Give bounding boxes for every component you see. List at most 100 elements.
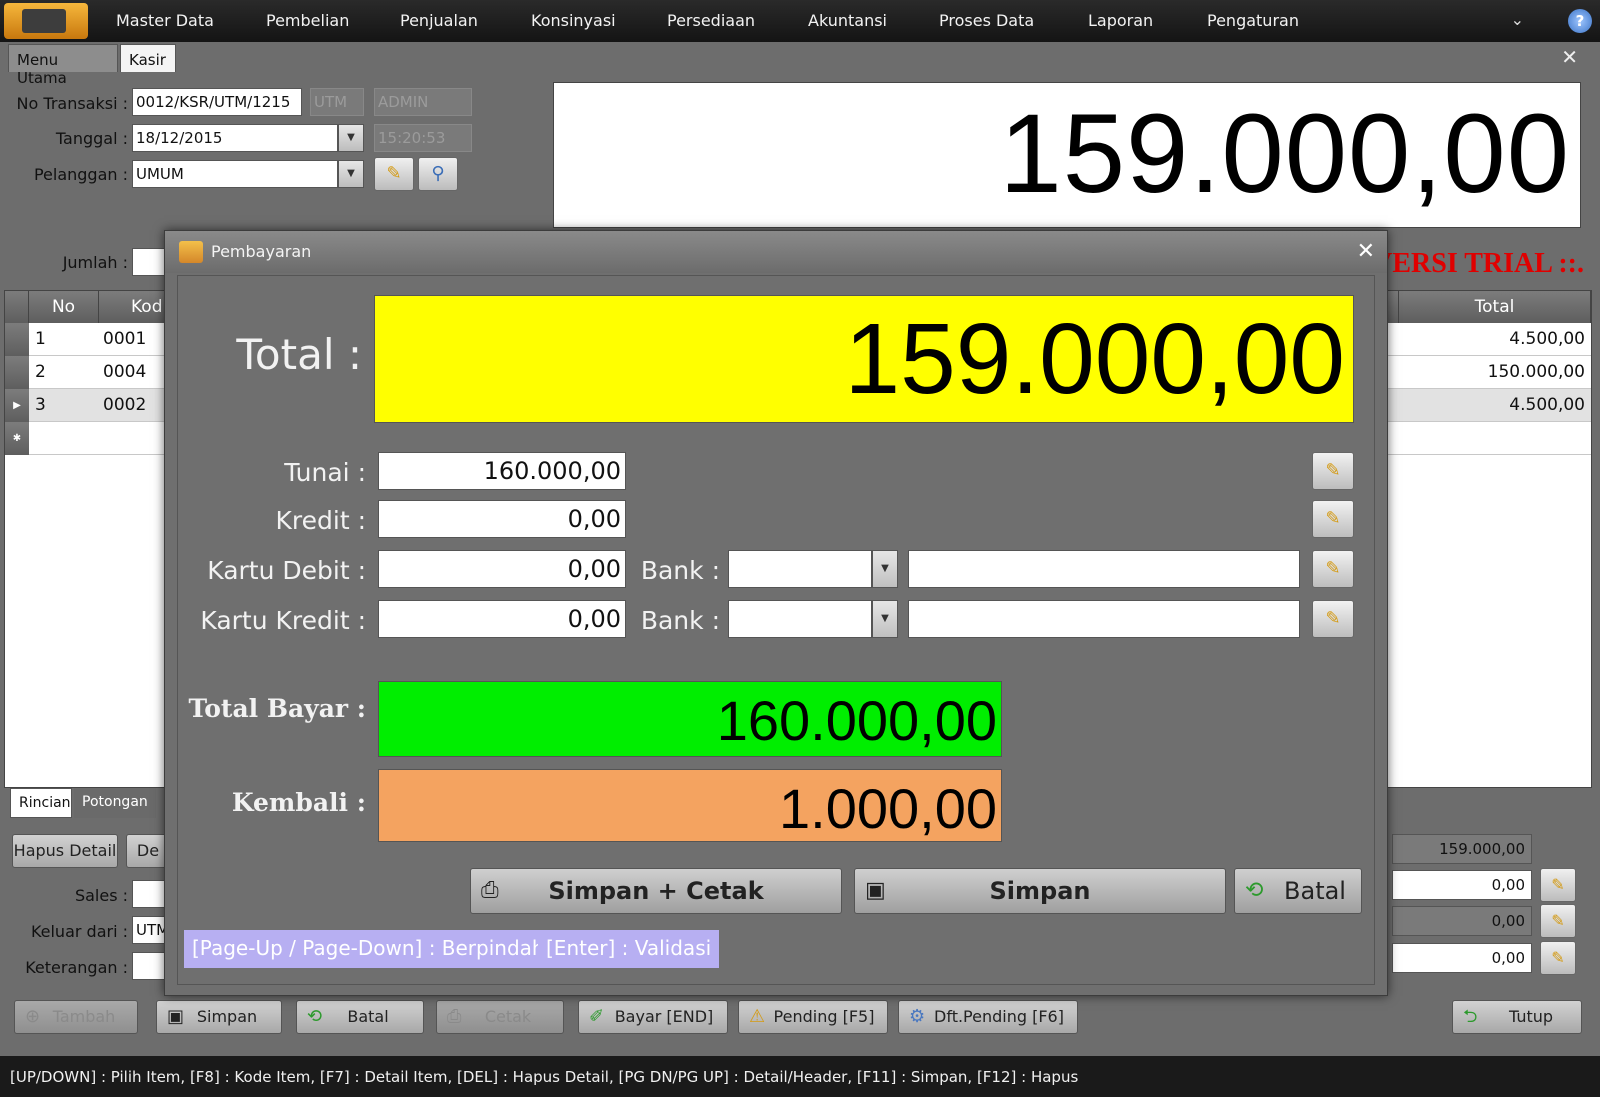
hapus-detail-button[interactable]: Hapus Detail (12, 834, 118, 868)
tab-rincian[interactable]: Rincian (10, 788, 72, 818)
batal-button[interactable]: ⟲ Batal (296, 1000, 424, 1034)
time-field: 15:20:53 (374, 124, 472, 152)
pencil-icon[interactable]: ✎ (1540, 941, 1576, 975)
pelanggan-label: Pelanggan : (33, 165, 128, 184)
pelanggan-field[interactable]: UMUM (132, 160, 338, 188)
money-icon: ✐ (589, 1006, 605, 1027)
hint-page-navigation: [Page-Up / Page-Down] : Berpindah (184, 930, 553, 968)
menu-laporan[interactable]: Laporan (1088, 11, 1153, 30)
edit-customer-button[interactable]: ✎ (374, 157, 414, 191)
tunai-field[interactable]: 160.000,00 (378, 452, 626, 490)
menu-bar: Master Data Pembelian Penjualan Konsinya… (0, 0, 1600, 42)
column-header-total[interactable]: Total (1399, 291, 1591, 323)
jumlah-label: Jumlah : (62, 253, 128, 272)
kartu-kredit-field[interactable]: 0,00 (378, 600, 626, 638)
row-header[interactable] (5, 323, 29, 356)
pencil-icon: ✎ (386, 163, 402, 184)
credit-bank-select[interactable] (728, 600, 872, 638)
total-bayar-label: Total Bayar : (188, 694, 366, 723)
help-icon[interactable]: ? (1568, 9, 1592, 33)
tutup-button[interactable]: ⮌ Tutup (1452, 1000, 1582, 1034)
menu-akuntansi[interactable]: Akuntansi (808, 11, 887, 30)
printer-icon: ⎙ (447, 1006, 462, 1027)
sales-label: Sales : (74, 886, 128, 905)
menu-proses-data[interactable]: Proses Data (939, 11, 1034, 30)
search-customer-button[interactable]: ⚲ (418, 157, 458, 191)
debit-card-number-field[interactable] (908, 550, 1300, 588)
kredit-field[interactable]: 0,00 (378, 500, 626, 538)
refresh-icon: ⟲ (307, 1006, 323, 1027)
bank-label: Bank : (640, 606, 720, 635)
close-icon[interactable]: ✕ (1357, 239, 1375, 264)
menu-persediaan[interactable]: Persediaan (667, 11, 755, 30)
refresh-icon: ⟲ (1245, 878, 1264, 903)
pelanggan-dropdown-button[interactable]: ▼ (338, 160, 364, 188)
column-header-no[interactable]: No (29, 291, 99, 323)
summary-field-1[interactable]: 0,00 (1392, 870, 1532, 900)
close-icon[interactable]: ✕ (1561, 45, 1578, 69)
row-header[interactable] (5, 356, 29, 389)
branch-field: UTM (310, 88, 364, 116)
menu-master-data[interactable]: Master Data (116, 11, 214, 30)
tanggal-field[interactable]: 18/12/2015 (132, 124, 338, 152)
user-field: ADMIN (374, 88, 472, 116)
chevron-down-icon[interactable]: ⌄ (1511, 10, 1524, 29)
kredit-label: Kredit : (275, 506, 367, 535)
daftar-pending-button[interactable]: ⚙ Dft.Pending [F6] (898, 1000, 1078, 1034)
trial-banner: VERSI TRIAL ::. (1372, 248, 1584, 279)
tab-menu-utama[interactable]: Menu Utama (8, 44, 118, 87)
summary-field-2: 0,00 (1392, 906, 1532, 936)
credit-card-number-field[interactable] (908, 600, 1300, 638)
pencil-icon[interactable]: ✎ (1312, 550, 1354, 588)
row-pointer-icon[interactable]: ▶ (5, 389, 29, 422)
tab-strip: Menu Utama Kasir (0, 42, 1600, 87)
pencil-icon[interactable]: ✎ (1312, 452, 1354, 490)
cell-no: 2 (35, 362, 46, 382)
kartu-debit-field[interactable]: 0,00 (378, 550, 626, 588)
list-icon: ⚙ (909, 1006, 926, 1027)
tab-potongan[interactable]: Potongan (74, 788, 156, 818)
no-transaksi-label: No Transaksi : (16, 94, 128, 113)
cell-total: 4.500,00 (1509, 395, 1585, 415)
tanggal-label: Tanggal : (55, 129, 128, 148)
plus-icon: ⊕ (25, 1006, 41, 1027)
menu-konsinyasi[interactable]: Konsinyasi (531, 11, 616, 30)
total-bayar-value: 160.000,00 (716, 689, 997, 752)
warning-icon: ⚠ (749, 1006, 766, 1027)
menu-pengaturan[interactable]: Pengaturan (1207, 11, 1299, 30)
save-icon: ▣ (865, 878, 886, 903)
tunai-label: Tunai : (284, 458, 366, 487)
batal-payment-button[interactable]: ⟲ Batal (1234, 868, 1362, 914)
bayar-button[interactable]: ✐ Bayar [END] (578, 1000, 728, 1034)
tab-kasir[interactable]: Kasir (120, 44, 176, 72)
tambah-button[interactable]: ⊕ Tambah (14, 1000, 138, 1034)
cell-kode: 0001 (103, 329, 147, 349)
new-row-icon[interactable]: ✱ (5, 422, 29, 455)
tanggal-dropdown-button[interactable]: ▼ (338, 124, 364, 152)
chevron-down-icon[interactable]: ▼ (872, 600, 898, 638)
save-icon: ▣ (167, 1006, 185, 1027)
pencil-icon[interactable]: ✎ (1312, 600, 1354, 638)
summary-field-3[interactable]: 0,00 (1392, 943, 1532, 973)
kembali-value: 1.000,00 (779, 777, 997, 840)
simpan-cetak-button[interactable]: ⎙ Simpan + Cetak (470, 868, 842, 914)
menu-penjualan[interactable]: Penjualan (400, 11, 478, 30)
cell-total: 4.500,00 (1509, 329, 1585, 349)
menu-pembelian[interactable]: Pembelian (266, 11, 349, 30)
pencil-icon[interactable]: ✎ (1312, 500, 1354, 538)
no-transaksi-field[interactable]: 0012/KSR/UTM/1215 (132, 88, 302, 116)
cetak-button[interactable]: ⎙ Cetak (436, 1000, 564, 1034)
chevron-down-icon[interactable]: ▼ (872, 550, 898, 588)
exit-icon: ⮌ (1463, 1006, 1478, 1027)
simpan-button[interactable]: ▣ Simpan (156, 1000, 282, 1034)
keterangan-label: Keterangan : (25, 958, 128, 977)
debit-bank-select[interactable] (728, 550, 872, 588)
cell-no: 1 (35, 329, 46, 349)
payment-total-display: 159.000,00 (374, 295, 1354, 423)
simpan-payment-button[interactable]: ▣ Simpan (854, 868, 1226, 914)
pencil-icon[interactable]: ✎ (1540, 868, 1576, 902)
pending-button[interactable]: ⚠ Pending [F5] (738, 1000, 888, 1034)
dialog-titlebar[interactable]: Pembayaran ✕ (165, 231, 1387, 273)
pencil-icon[interactable]: ✎ (1540, 904, 1576, 938)
app-logo[interactable] (4, 3, 88, 39)
